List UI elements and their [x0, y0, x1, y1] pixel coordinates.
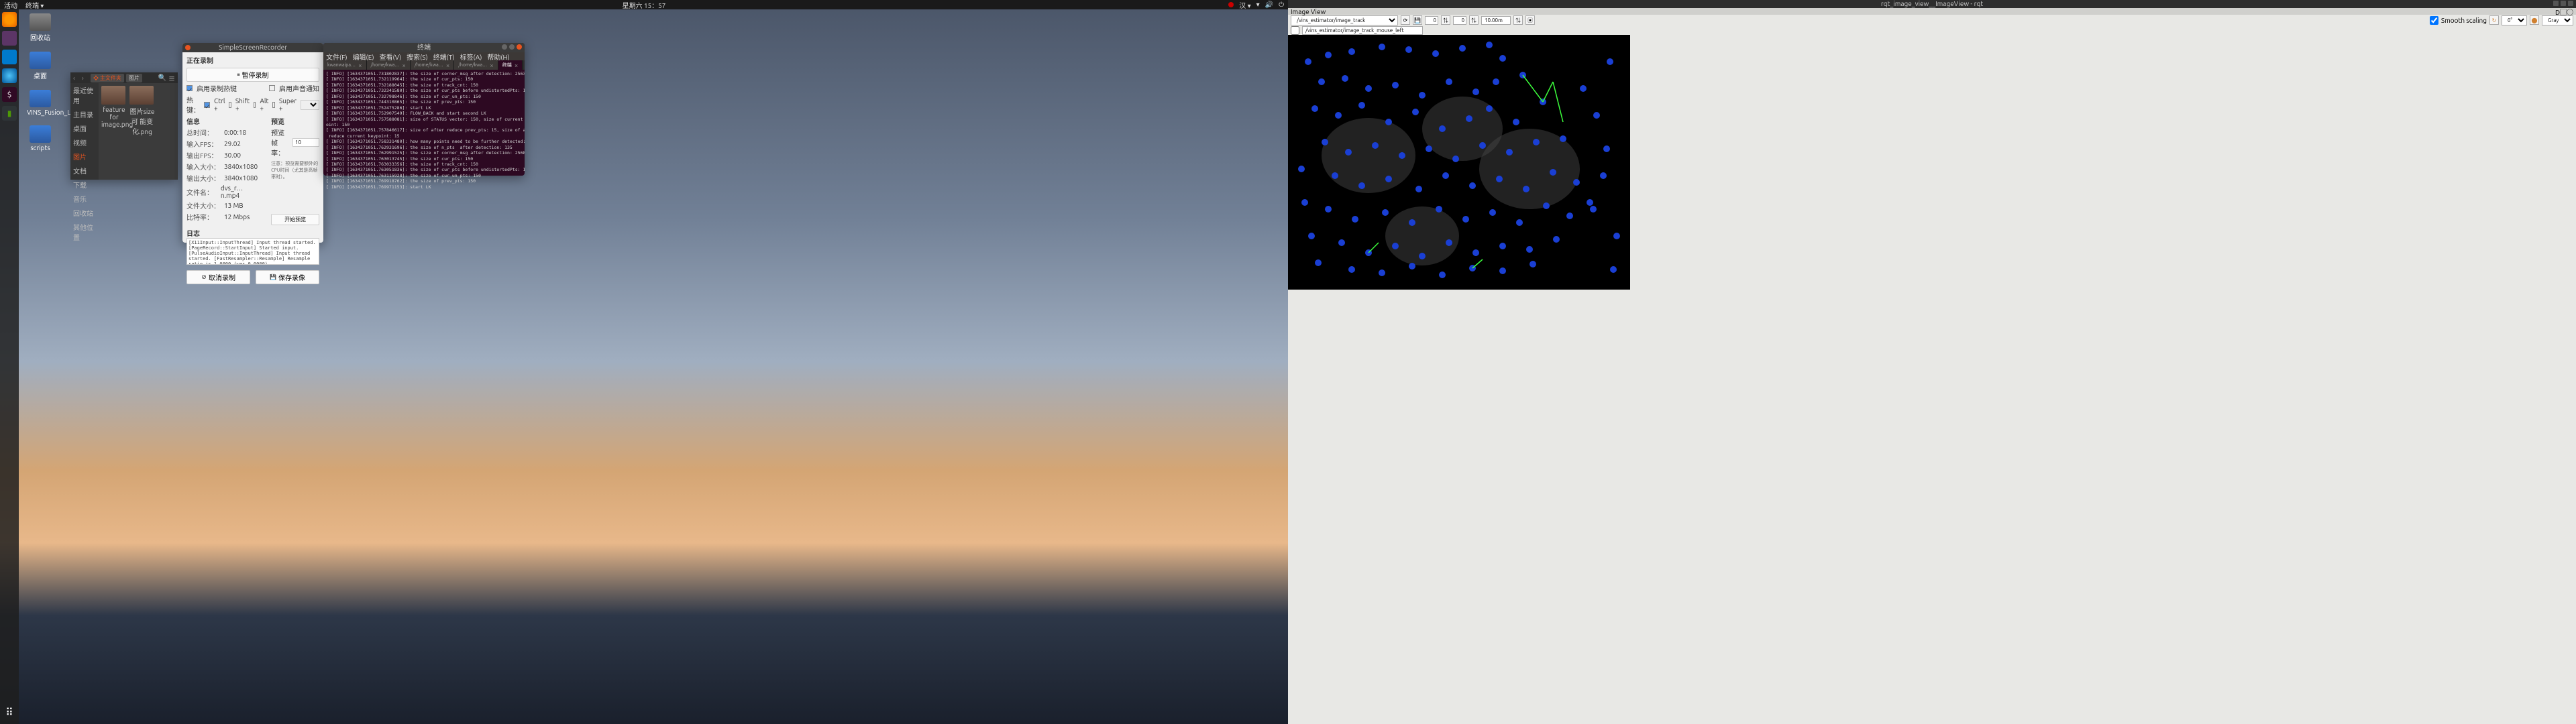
breadcrumb-current[interactable]: 图片 [126, 74, 142, 82]
refresh-icon[interactable]: ⟳ [1401, 15, 1410, 25]
smooth-scaling-checkbox[interactable] [2430, 16, 2438, 25]
dock: $ ▮ ⠿ [0, 9, 19, 724]
close-icon[interactable] [2568, 1, 2573, 6]
sidebar-item[interactable]: 视频 [70, 135, 99, 149]
show-apps-icon[interactable]: ⠿ [5, 706, 13, 719]
ssr-window: SimpleScreenRecorder 正在录制 ⏸ 暂停录制 ✓ 启用录制热… [182, 43, 323, 243]
color-icon[interactable]: ⬤ [2530, 15, 2539, 25]
hotkey-key-select[interactable]: R [301, 100, 319, 110]
sidebar-item[interactable]: 其他位置 [70, 220, 99, 244]
save-icon[interactable]: 💾 [1413, 15, 1422, 25]
terminal-titlebar[interactable]: 终端 [323, 43, 525, 52]
rotate-icon[interactable]: ↻ [2489, 15, 2499, 25]
rotate-select[interactable]: 0° [2502, 15, 2527, 25]
super-checkbox[interactable] [272, 102, 274, 108]
sidebar-item[interactable]: 图片 [70, 149, 99, 164]
power-icon[interactable]: ⏻ [1279, 1, 1284, 9]
num2-input[interactable] [1453, 16, 1466, 25]
log-textarea[interactable]: [X11Input::InputThread] Input thread sta… [186, 238, 319, 265]
alt-checkbox[interactable] [254, 102, 256, 108]
pub-icon[interactable]: ▣ [1525, 15, 1535, 25]
sidebar-item[interactable]: 主目录 [70, 107, 99, 121]
close-icon[interactable] [185, 45, 191, 50]
recording-indicator-icon[interactable] [1228, 2, 1234, 7]
spinner-icon[interactable]: ⇅ [1513, 15, 1523, 25]
file-manager-window: ‹ › ❖ 主文件夹 图片 🔍 ≡ 最近使用主目录桌面视频图片文档下载音乐回收站… [70, 72, 178, 180]
section-label: 信息 [186, 118, 200, 125]
section-label: 预览 [271, 118, 284, 125]
num1-input[interactable] [1425, 16, 1438, 25]
file-thumb[interactable]: 图片size可 能变化.png [129, 86, 155, 177]
sidebar-item[interactable]: 最近使用 [70, 83, 99, 107]
desktop-icon-desktop[interactable]: 桌面 [27, 52, 54, 80]
preview-rate-input[interactable] [292, 138, 319, 147]
desktop-icon-scripts[interactable]: scripts [27, 125, 54, 152]
volume-icon[interactable]: 🔊 [1265, 1, 1273, 9]
pause-record-button[interactable]: ⏸ 暂停录制 [186, 68, 319, 82]
color-select[interactable]: Gray [2542, 15, 2573, 25]
dock-firefox-icon[interactable] [2, 12, 17, 27]
nav-back-icon[interactable]: ‹ [73, 74, 80, 81]
save-record-button[interactable]: 💾 保存录像 [256, 270, 319, 284]
terminal-tab[interactable]: /home/kwa… × [454, 60, 498, 70]
sidebar-item[interactable]: 回收站 [70, 206, 99, 220]
nav-fwd-icon[interactable]: › [82, 74, 89, 81]
sidebar-item[interactable]: 下载 [70, 178, 99, 192]
dock-vscode-icon[interactable] [2, 50, 17, 64]
menu-icon[interactable]: ≡ [168, 73, 175, 83]
section-label: 正在录制 [186, 57, 213, 64]
terminal-tab[interactable]: kwanwaipa… × [323, 60, 367, 70]
breadcrumb-home[interactable]: ❖ 主文件夹 [91, 74, 124, 82]
clock[interactable]: 星期六 15：57 [623, 0, 666, 10]
minimize-icon[interactable] [2553, 1, 2559, 6]
sidebar-item[interactable]: 文档 [70, 164, 99, 178]
maximize-icon[interactable] [509, 44, 515, 50]
topic-select[interactable]: /vins_estimator/image_track [1291, 15, 1398, 25]
enable-sound-checkbox[interactable] [269, 85, 275, 91]
cancel-record-button[interactable]: ⊘ 取消录制 [186, 270, 250, 284]
close-icon[interactable] [517, 44, 522, 50]
terminal-tab[interactable]: /home/kwa… × [411, 60, 454, 70]
mouse-pub-checkbox[interactable] [1291, 26, 1299, 35]
ctrl-checkbox[interactable]: ✓ [204, 102, 210, 108]
terminal-tab[interactable]: /home/kwa… × [367, 60, 411, 70]
activities-button[interactable]: 活动 [4, 0, 17, 10]
maximize-icon[interactable] [2561, 1, 2566, 6]
section-label: 日志 [186, 230, 200, 237]
mouse-topic-input[interactable] [1302, 26, 1423, 35]
sidebar-item[interactable]: 音乐 [70, 192, 99, 206]
terminal-tab[interactable]: 终端 × [498, 60, 523, 70]
sidebar-item[interactable]: 桌面 [70, 121, 99, 135]
search-icon[interactable]: 🔍 [158, 74, 166, 82]
terminal-window: 终端 文件(F)编辑(E)查看(V)搜索(S)终端(T)标签(A)帮助(H) k… [323, 43, 525, 176]
rqt-titlebar[interactable]: rqt_image_view__ImageView - rqt [1288, 0, 2576, 8]
network-icon[interactable]: ▾ [1256, 1, 1260, 9]
desktop-icon-trash[interactable]: 回收站 [27, 13, 54, 42]
dock-terminal2-icon[interactable]: ▮ [2, 106, 17, 121]
language-indicator[interactable]: 汉 ▾ [1239, 0, 1250, 10]
dock-terminal-icon[interactable]: $ [2, 87, 17, 102]
panel-title: Image View [1291, 8, 1326, 15]
dock-browser-icon[interactable] [2, 68, 17, 83]
file-thumb[interactable]: feature for image.png [101, 86, 127, 177]
app-menu[interactable]: 终端 ▾ [25, 0, 44, 10]
ssr-titlebar[interactable]: SimpleScreenRecorder [182, 43, 323, 52]
minimize-icon[interactable] [502, 44, 507, 50]
enable-hotkey-checkbox[interactable]: ✓ [186, 85, 193, 91]
shift-checkbox[interactable] [229, 102, 231, 108]
spinner-icon[interactable]: ⇅ [1469, 15, 1479, 25]
start-preview-button[interactable]: 开始预览 [271, 214, 319, 225]
distance-input[interactable] [1481, 16, 1511, 25]
dock-files-icon[interactable] [2, 31, 17, 46]
spinner-icon[interactable]: ⇅ [1441, 15, 1450, 25]
image-view-canvas[interactable] [1288, 35, 1630, 290]
terminal-output[interactable]: [ INFO] [1634371051.731802837]: the size… [323, 70, 525, 191]
desktop-icon-vins[interactable]: VINS_Fusion_Learning [27, 90, 54, 116]
